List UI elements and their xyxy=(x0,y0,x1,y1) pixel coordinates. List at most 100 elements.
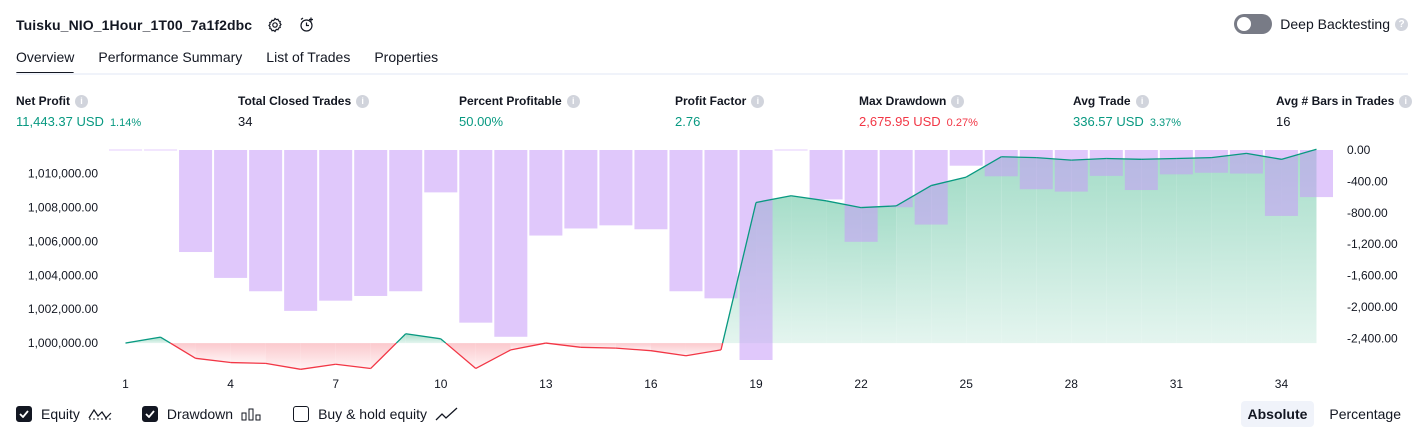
legend-equity-label: Equity xyxy=(41,406,80,422)
equity-drawdown-chart[interactable]: 1,010,000.00 1,008,000.00 1,006,000.00 1,00… xyxy=(0,140,1424,395)
info-icon[interactable]: i xyxy=(1135,94,1149,108)
y-right-tick-label: -1,600.00 xyxy=(1347,269,1398,283)
x-tick-label: 16 xyxy=(644,377,658,391)
x-tick-label: 1 xyxy=(122,377,129,391)
metric-label: Avg Trade xyxy=(1073,94,1131,108)
drawdown-bar xyxy=(529,150,563,236)
drawdown-bar xyxy=(1089,150,1123,176)
y-left-tick-label: 1,008,000.00 xyxy=(28,201,98,215)
drawdown-bar xyxy=(179,150,213,253)
legend-drawdown-label: Drawdown xyxy=(166,406,234,422)
x-tick-label: 22 xyxy=(854,377,868,391)
legend-drawdown[interactable]: Drawdown xyxy=(141,406,263,422)
y-right-tick-label: -400.00 xyxy=(1347,174,1388,188)
y-right-tick-label: -1,200.00 xyxy=(1347,237,1398,251)
drawdown-bar xyxy=(1159,150,1193,175)
equity-area-below xyxy=(265,343,301,370)
drawdown-bar xyxy=(389,150,423,292)
metric-max-drawdown: Max Drawdown i 2,675.95 USD 0.27% xyxy=(859,93,978,129)
drawdown-bar xyxy=(354,150,388,296)
metric-avg-bars: Avg # Bars in Trades i 16 xyxy=(1276,93,1413,129)
tab-overview[interactable]: Overview xyxy=(16,47,75,75)
equity-checkbox[interactable] xyxy=(16,406,32,422)
drawdown-bar xyxy=(1264,150,1298,216)
drawdown-bar xyxy=(1299,150,1333,198)
help-icon[interactable]: ? xyxy=(1395,17,1408,31)
equity-line-segment xyxy=(230,361,266,365)
x-tick-label: 7 xyxy=(332,377,339,391)
metric-subvalue: 1.14% xyxy=(109,117,142,129)
info-icon[interactable]: i xyxy=(75,94,88,108)
metric-value: 336.57 USD xyxy=(1073,114,1144,129)
deep-backtesting-label: Deep Backtesting xyxy=(1280,16,1390,32)
drawdown-bar xyxy=(809,150,843,200)
drawdown-bar xyxy=(319,150,353,301)
y-left-tick-label: 1,010,000.00 xyxy=(28,167,98,181)
info-icon[interactable]: i xyxy=(751,94,765,108)
equity-area-below xyxy=(195,343,231,363)
metric-label: Percent Profitable xyxy=(459,94,562,108)
equity-area-below xyxy=(230,343,266,364)
percentage-button[interactable]: Percentage xyxy=(1322,401,1408,427)
equity-line-segment xyxy=(1141,157,1177,160)
metric-value: 34 xyxy=(238,114,253,129)
metric-total-closed-trades: Total Closed Trades i 34 xyxy=(238,93,370,129)
metric-value: 2.76 xyxy=(675,114,701,129)
drawdown-bar xyxy=(599,150,633,226)
tab-performance-summary[interactable]: Performance Summary xyxy=(98,47,242,75)
x-tick-label: 13 xyxy=(539,377,553,391)
drawdown-bar xyxy=(1019,150,1053,190)
drawdown-bar xyxy=(1194,150,1228,173)
drawdown-bar xyxy=(949,150,983,166)
drawdown-bar xyxy=(774,149,808,151)
gear-icon[interactable] xyxy=(266,16,284,34)
metric-value: 2,675.95 USD xyxy=(859,114,941,129)
info-icon[interactable]: i xyxy=(951,94,965,108)
metric-label: Avg # Bars in Trades xyxy=(1276,94,1395,108)
equity-area-below xyxy=(475,343,511,369)
absolute-button[interactable]: Absolute xyxy=(1240,401,1315,427)
metric-subvalue: 3.37% xyxy=(1149,117,1182,129)
info-icon[interactable]: i xyxy=(356,94,370,108)
trend-line-icon xyxy=(435,407,459,421)
header: Tuisku_NIO_1Hour_1T00_7a1f2dbc xyxy=(16,14,316,36)
alarm-add-icon[interactable] xyxy=(298,16,316,34)
metric-subvalue: 0.27% xyxy=(946,117,978,129)
legend-equity[interactable]: Equity xyxy=(16,406,112,422)
scale-mode-switch: Absolute Percentage xyxy=(1233,401,1409,427)
info-icon[interactable]: i xyxy=(1399,94,1413,108)
x-tick-label: 19 xyxy=(749,377,763,391)
y-right-tick-label: -2,400.00 xyxy=(1347,331,1398,345)
tab-divider xyxy=(16,73,1408,75)
tab-bar: Overview Performance Summary List of Tra… xyxy=(16,47,462,75)
buy-hold-checkbox[interactable] xyxy=(293,406,310,422)
equity-line-segment xyxy=(1001,156,1037,159)
drawdown-bar xyxy=(704,150,738,299)
y-right-tick-label: -800.00 xyxy=(1347,206,1388,220)
equity-area-above xyxy=(1211,153,1247,344)
drawdown-checkbox[interactable] xyxy=(141,406,158,422)
strategy-title: Tuisku_NIO_1Hour_1T00_7a1f2dbc xyxy=(16,17,253,33)
drawdown-bar xyxy=(844,150,878,242)
metric-label: Net Profit xyxy=(16,94,70,108)
y-left-tick-label: 1,000,000.00 xyxy=(28,336,98,350)
y-left-tick-label: 1,002,000.00 xyxy=(28,302,98,316)
drawdown-bar xyxy=(739,150,773,360)
drawdown-bar xyxy=(284,150,318,311)
tab-properties[interactable]: Properties xyxy=(374,47,438,75)
y-left-tick-label: 1,006,000.00 xyxy=(28,234,98,248)
drawdown-bar xyxy=(144,149,178,151)
deep-backtesting-control: Deep Backtesting ? xyxy=(1234,14,1408,34)
metrics-row: Net Profit i 11,443.37 USD 1.14% Total Clo… xyxy=(0,93,1424,133)
deep-backtesting-toggle[interactable] xyxy=(1234,14,1273,34)
legend-buy-hold[interactable]: Buy & hold equity xyxy=(293,406,459,422)
x-tick-label: 4 xyxy=(227,377,234,391)
info-icon[interactable]: i xyxy=(566,94,580,108)
equity-line-segment xyxy=(1106,157,1142,160)
x-tick-label: 25 xyxy=(960,377,974,391)
x-tick-label: 31 xyxy=(1170,377,1184,391)
equity-area-above xyxy=(1176,157,1212,344)
equity-line-segment xyxy=(580,346,616,349)
equity-line-icon xyxy=(88,407,112,421)
tab-list-of-trades[interactable]: List of Trades xyxy=(266,47,350,75)
